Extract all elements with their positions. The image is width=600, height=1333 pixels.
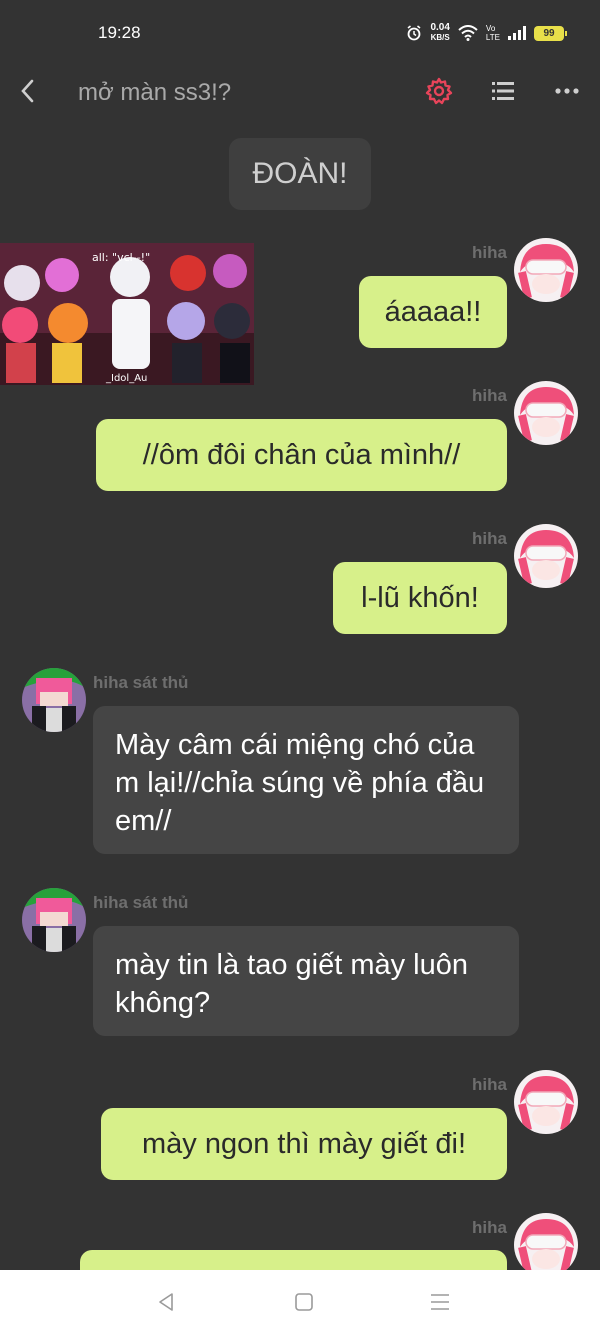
avatar[interactable] — [514, 238, 578, 302]
narration-bubble: ĐOÀN! — [229, 138, 371, 210]
net-speed: 0.04 KB/S — [430, 23, 449, 43]
art-caption-bottom: _Idol_Au — [105, 373, 147, 384]
assassin-avatar-icon — [22, 668, 86, 732]
pink-hair-avatar-icon — [514, 238, 578, 302]
status-time: 19:28 — [98, 23, 141, 42]
message-bubble-right[interactable]: áaaaa!! — [359, 276, 507, 348]
avatar[interactable] — [514, 381, 578, 445]
message-bubble-left[interactable]: Mày câm cái miệng chó của m lại!//chỉa s… — [93, 706, 519, 854]
net-speed-value: 0.04 — [430, 22, 450, 33]
wifi-icon — [458, 25, 478, 41]
volte-bottom: LTE — [485, 33, 500, 42]
battery-level: 99 — [543, 27, 555, 39]
volte-indicator: Vo LTE — [486, 24, 500, 42]
gear-icon[interactable] — [424, 76, 454, 106]
message-bubble-left[interactable]: mày tin là tao giết mày luôn không? — [93, 926, 519, 1036]
status-icons: 0.04 KB/S Vo LTE 99 — [406, 23, 567, 43]
assassin-avatar-icon — [22, 888, 86, 952]
message-author: hiha sát thủ — [93, 893, 189, 912]
message-author: hiha — [472, 1075, 507, 1094]
message-bubble-right[interactable]: mày ngon thì mày giết đi! — [101, 1108, 507, 1180]
message-author: hiha — [472, 243, 507, 262]
story-illustration[interactable]: all: "vcl--!" _Idol_Au — [0, 243, 254, 385]
avatar[interactable] — [514, 1213, 578, 1270]
message-author: hiha — [472, 529, 507, 548]
alarm-icon — [407, 25, 421, 41]
chat-area[interactable]: ĐOÀN! all: "vcl--!" _Idol_Au hiha áaaaa!… — [0, 118, 600, 1270]
list-icon[interactable] — [488, 76, 518, 106]
signal-icon — [508, 26, 526, 40]
pink-hair-avatar-icon — [514, 381, 578, 445]
more-dots-icon[interactable] — [552, 76, 582, 106]
message-author: hiha — [472, 1218, 507, 1237]
avatar[interactable] — [22, 668, 86, 732]
avatar[interactable] — [514, 524, 578, 588]
message-author: hiha sát thủ — [93, 673, 189, 692]
message-author: hiha — [472, 386, 507, 405]
app-bar: mở màn ss3!? — [0, 66, 600, 118]
net-speed-unit: KB/S — [430, 33, 450, 42]
navigation-bar — [0, 1270, 600, 1333]
chat-title: mở màn ss3!? — [78, 79, 232, 106]
pink-hair-avatar-icon — [514, 1213, 578, 1270]
status-bar: 19:28 0.04 KB/S Vo LTE 99 — [0, 0, 600, 66]
message-bubble-right[interactable] — [80, 1250, 507, 1270]
gacha-characters-image: all: "vcl--!" _Idol_Au — [0, 243, 254, 385]
pink-hair-avatar-icon — [514, 524, 578, 588]
nav-back-icon[interactable] — [154, 1290, 178, 1314]
message-bubble-right[interactable]: //ôm đôi chân của mình// — [96, 419, 507, 491]
nav-menu-icon[interactable] — [428, 1290, 452, 1314]
avatar[interactable] — [22, 888, 86, 952]
chevron-left-icon[interactable] — [14, 76, 44, 106]
message-bubble-right[interactable]: l-lũ khốn! — [333, 562, 507, 634]
volte-top: Vo — [485, 24, 496, 33]
battery-icon: 99 — [534, 25, 567, 41]
pink-hair-avatar-icon — [514, 1070, 578, 1134]
nav-home-icon[interactable] — [292, 1290, 316, 1314]
art-caption-top: all: "vcl--!" — [92, 251, 150, 264]
avatar[interactable] — [514, 1070, 578, 1134]
